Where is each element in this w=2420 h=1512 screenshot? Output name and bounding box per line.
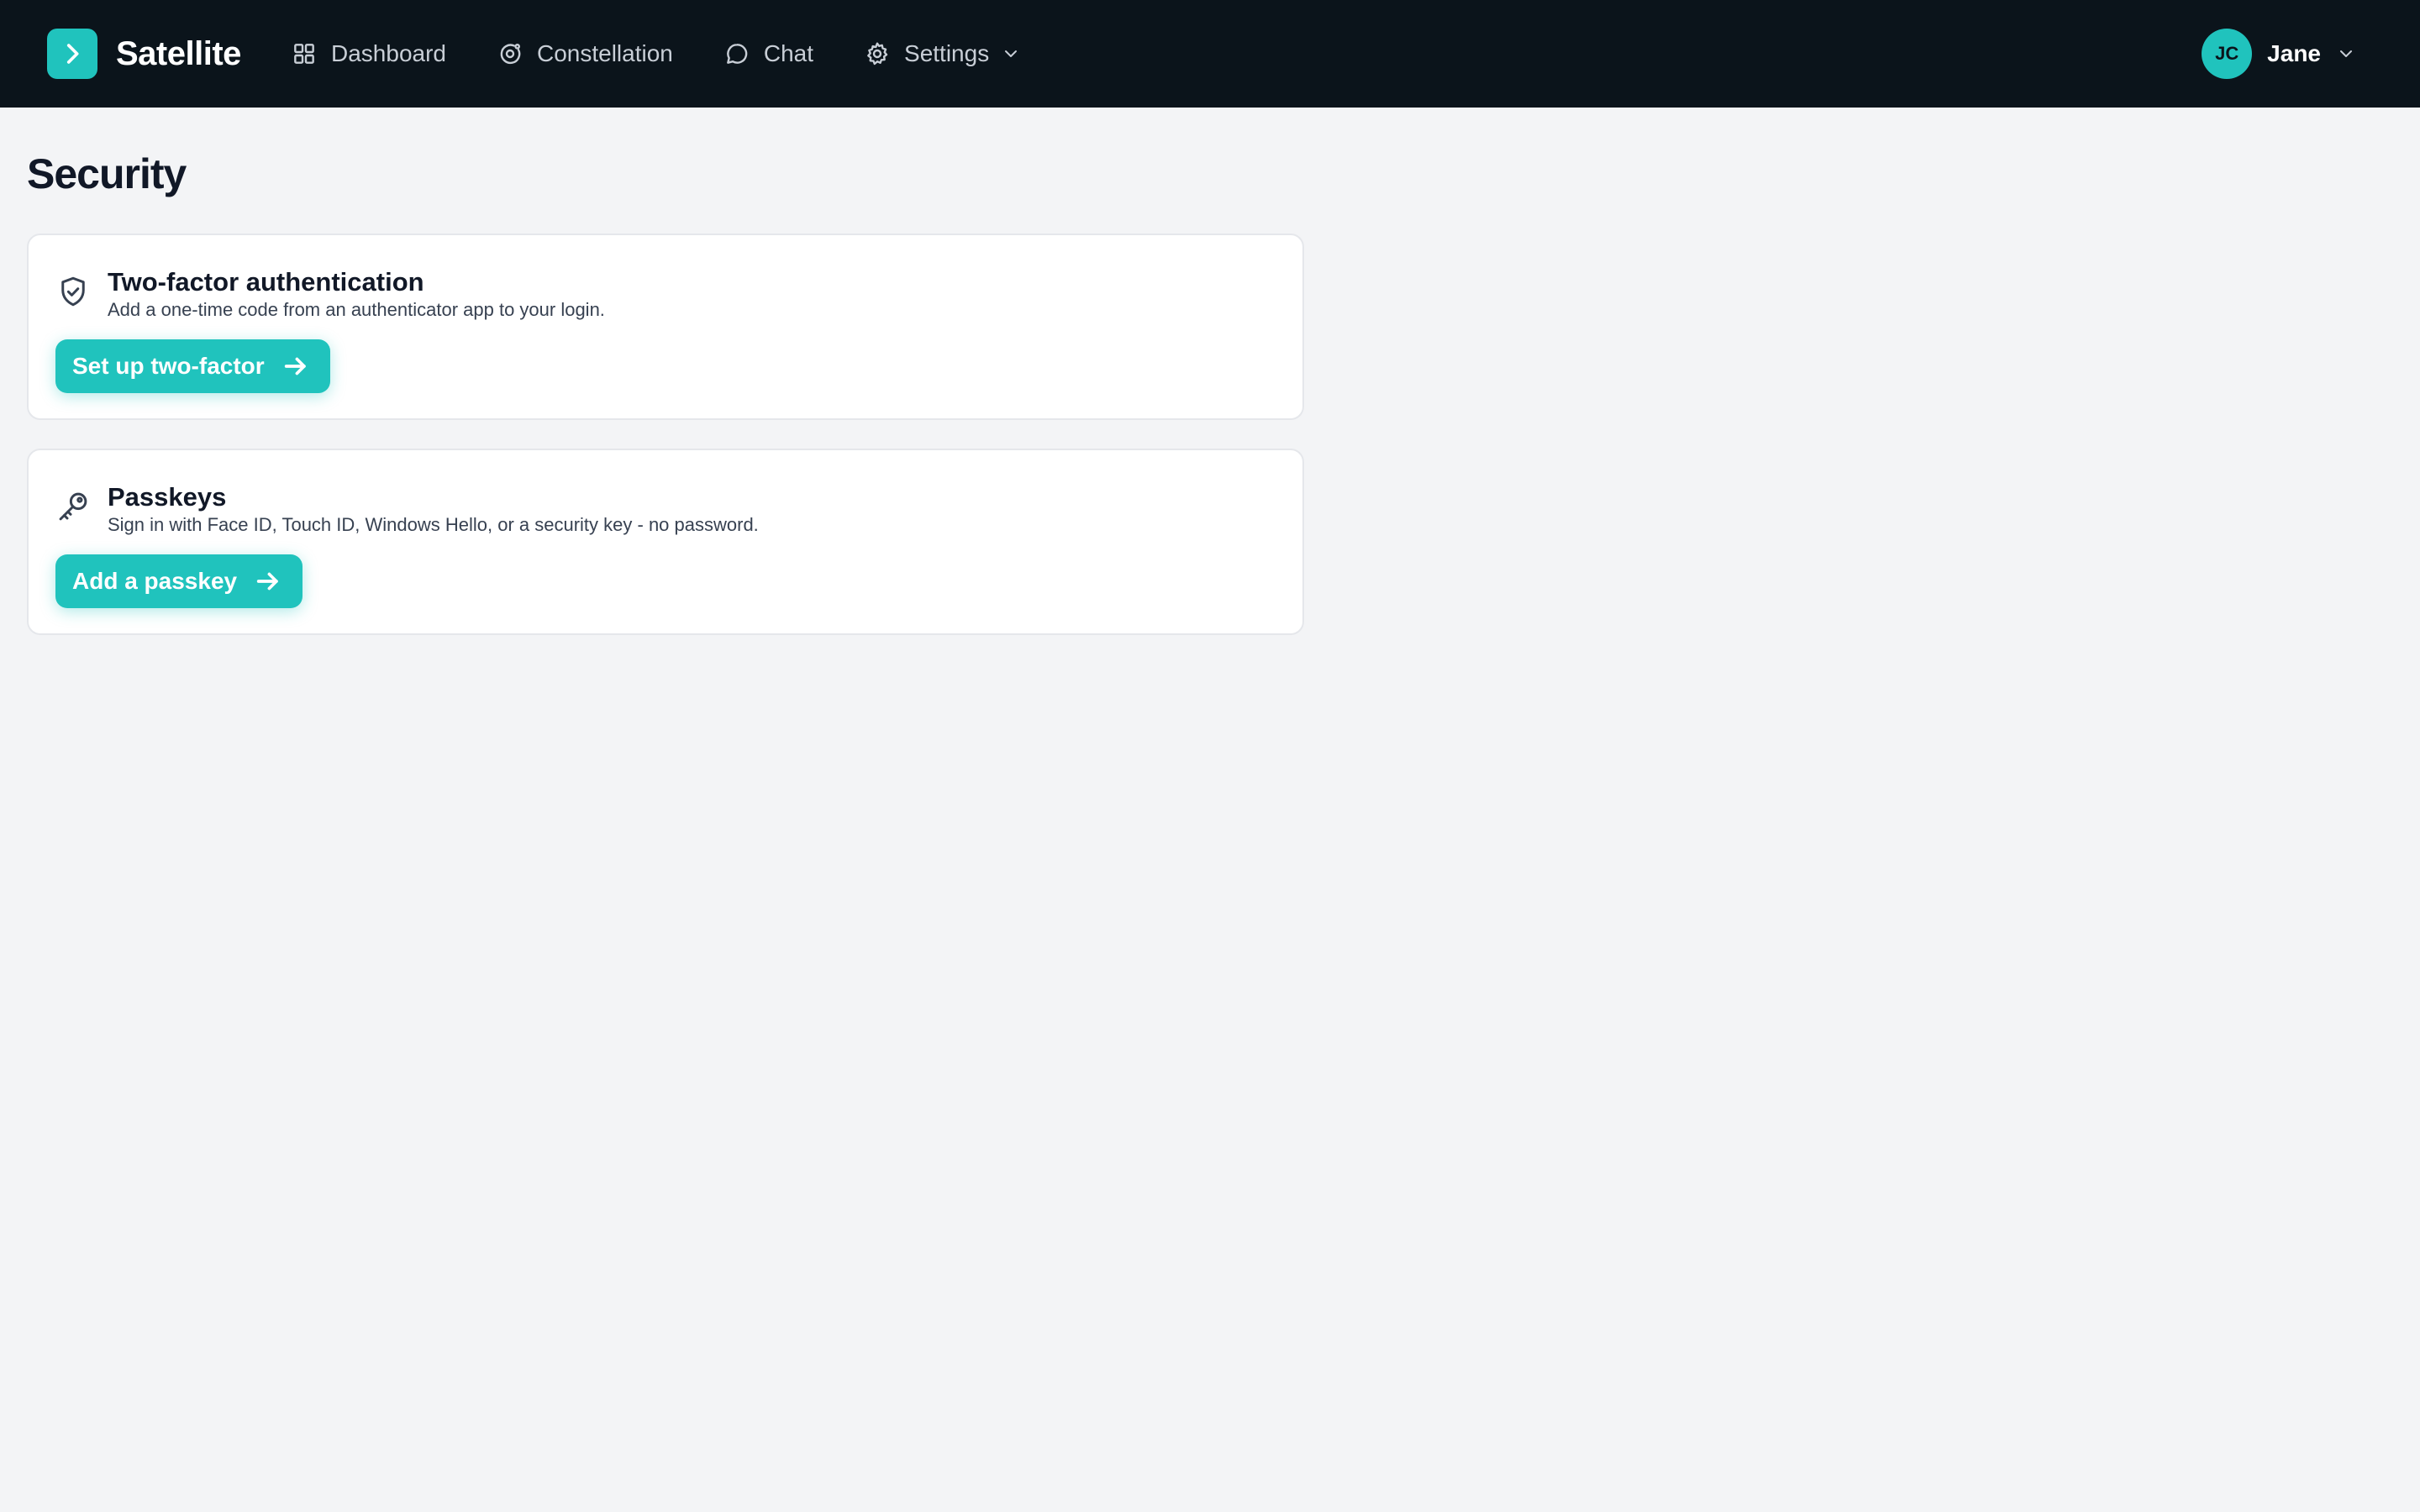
chevron-down-icon xyxy=(1005,50,1018,57)
button-label: Add a passkey xyxy=(72,568,238,594)
two-factor-card: Two-factor authentication Add a one-time… xyxy=(27,234,1304,420)
shield-check-icon xyxy=(61,276,85,307)
card-title: Passkeys xyxy=(108,482,227,512)
add-passkey-button[interactable]: Add a passkey xyxy=(55,554,303,608)
chat-bubble-icon xyxy=(726,44,748,64)
arrow-right-icon xyxy=(256,572,278,591)
user-menu[interactable]: JC Jane xyxy=(2202,29,2356,79)
nav-item-label: Dashboard xyxy=(331,40,446,66)
nav-item-label: Chat xyxy=(763,40,814,66)
key-icon xyxy=(59,492,87,521)
gear-icon xyxy=(867,42,888,66)
orbit-icon xyxy=(500,44,521,65)
grid-icon xyxy=(294,44,314,64)
user-name: Jane xyxy=(2267,40,2321,66)
top-navigation-bar: Satellite Dashboard Constellation Chat S… xyxy=(0,0,2420,108)
chevron-down-icon xyxy=(2340,50,2352,57)
nav-item-label: Constellation xyxy=(536,40,673,66)
nav-item-dashboard[interactable]: Dashboard xyxy=(291,27,446,81)
nav-item-settings[interactable]: Settings xyxy=(864,27,1021,81)
card-description: Sign in with Face ID, Touch ID, Windows … xyxy=(108,514,759,535)
passkeys-card: Passkeys Sign in with Face ID, Touch ID,… xyxy=(27,449,1304,635)
avatar: JC xyxy=(2202,29,2253,79)
nav-item-chat[interactable]: Chat xyxy=(723,27,813,81)
page-title: Security xyxy=(27,150,187,197)
brand-name: Satellite xyxy=(116,34,241,72)
satellite-logo-icon xyxy=(47,29,97,79)
nav-item-constellation[interactable]: Constellation xyxy=(497,27,673,81)
brand[interactable]: Satellite xyxy=(47,29,241,79)
arrow-right-icon xyxy=(284,357,306,375)
main-nav: Dashboard Constellation Chat Settings xyxy=(291,0,1021,108)
card-title: Two-factor authentication xyxy=(108,267,424,297)
set-up-two-factor-button[interactable]: Set up two-factor xyxy=(55,339,330,393)
button-label: Set up two-factor xyxy=(72,353,265,379)
nav-item-label: Settings xyxy=(904,40,990,66)
card-description: Add a one-time code from an authenticato… xyxy=(108,299,605,320)
